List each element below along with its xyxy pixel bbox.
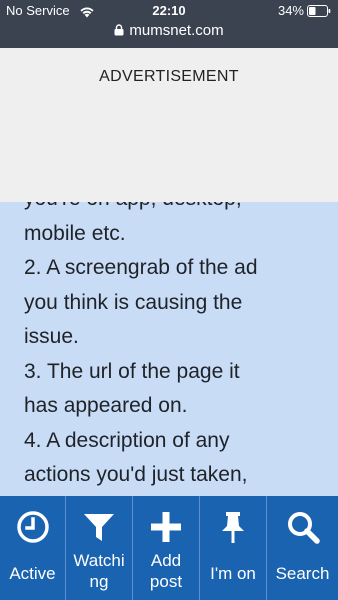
- advertisement-banner[interactable]: ADVERTISEMENT: [0, 48, 338, 202]
- post-line: you're on app, desktop,: [24, 202, 324, 217]
- im-on-label: I'm on: [210, 564, 256, 583]
- battery-percent: 34%: [277, 3, 304, 18]
- url-text: mumsnet.com: [129, 22, 224, 39]
- address-bar[interactable]: mumsnet.com: [0, 22, 338, 39]
- search-button[interactable]: Search: [267, 496, 338, 600]
- post-line: you think is causing the: [24, 290, 243, 314]
- advertisement-label: ADVERTISEMENT: [99, 68, 239, 85]
- add-post-label-line-2: post: [149, 572, 183, 591]
- watching-label: Watchi ng: [66, 550, 132, 592]
- post-line: 4. A description of any: [24, 428, 230, 452]
- post-line: mobile etc.: [24, 221, 126, 245]
- pin-icon: [222, 512, 244, 543]
- status-row: No Service 22:10 34%: [0, 3, 338, 21]
- post-line: 3. The url of the page it: [24, 359, 240, 383]
- add-post-button[interactable]: Add post: [133, 496, 200, 600]
- im-on-button[interactable]: I'm on: [200, 496, 267, 600]
- add-post-label: Add post: [133, 550, 199, 592]
- watching-button[interactable]: Watchi ng: [66, 496, 133, 600]
- plus-icon: [151, 512, 181, 542]
- post-line: actions you'd just taken,: [24, 463, 248, 486]
- search-icon: [287, 512, 320, 544]
- clock-icon: [16, 511, 49, 543]
- watching-label-line-1: Watchi: [73, 551, 125, 570]
- post-line: 2. A screengrab of the ad: [24, 256, 258, 279]
- watching-label-line-2: ng: [89, 572, 109, 591]
- battery-icon: [307, 5, 331, 17]
- post-content: you're on app, desktop, mobile etc. 2. A…: [0, 202, 338, 498]
- post-body: you're on app, desktop, mobile etc. 2. A…: [24, 202, 324, 493]
- active-label: Active: [9, 564, 56, 583]
- add-post-label-line-1: Add: [150, 551, 182, 570]
- post-line: issue.: [24, 325, 79, 348]
- bottom-toolbar: Active Watchi ng Add post I'm on Search: [0, 496, 338, 600]
- status-bar: No Service 22:10 34% mumsnet.com: [0, 0, 338, 48]
- active-button[interactable]: Active: [0, 496, 66, 600]
- filter-icon: [84, 514, 114, 541]
- lock-icon: [114, 24, 124, 36]
- search-label: Search: [275, 564, 330, 583]
- post-line: has appeared on.: [24, 394, 188, 417]
